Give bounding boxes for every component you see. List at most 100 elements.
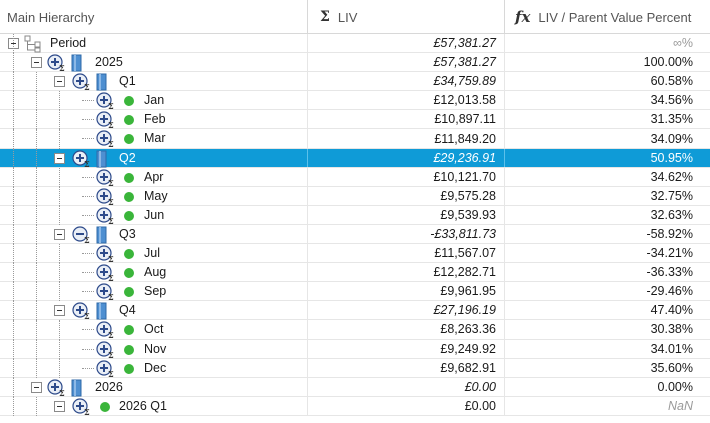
grid-row[interactable]: Σ Jun £9,539.93 32.63% [0,205,710,225]
tree-guide-line [13,205,14,225]
liv-value-cell[interactable]: £27,196.19 [308,301,505,320]
member-label[interactable]: Q4 [119,303,136,317]
grid-row[interactable]: Σ Q1 £34,759.89 60.58% [0,72,710,92]
column-header-main-hierarchy[interactable]: Main Hierarchy [0,0,308,34]
liv-value-cell[interactable]: £11,567.07 [308,244,505,263]
member-label[interactable]: Jan [144,93,164,107]
member-label[interactable]: 2025 [95,55,123,69]
parent-percent-cell[interactable]: -58.92% [505,225,705,243]
parent-percent-cell[interactable]: 32.75% [505,187,705,205]
member-label[interactable]: Jul [144,246,160,260]
grid-row[interactable]: Σ Dec £9,682.91 35.60% [0,358,710,378]
liv-value-cell[interactable]: £9,539.93 [308,205,505,224]
collapse-toggle-icon[interactable] [54,400,65,412]
parent-percent-cell[interactable]: 100.00% [505,53,705,71]
liv-value-cell[interactable]: £34,759.89 [308,72,505,91]
member-label[interactable]: Q1 [119,74,136,88]
parent-percent-cell[interactable]: 34.01% [505,340,705,358]
column-header-label: LIV / Parent Value Percent [538,9,692,25]
liv-value-cell[interactable]: £9,249.92 [308,339,505,358]
parent-percent-cell[interactable]: 34.56% [505,91,705,109]
liv-value-cell[interactable]: £12,013.58 [308,91,505,110]
member-label[interactable]: Jun [144,208,164,222]
grid-row[interactable]: Σ Jul £11,567.07 -34.21% [0,244,710,264]
liv-value-cell[interactable]: £57,381.27 [308,34,505,53]
member-label[interactable]: 2026 Q1 [119,399,167,413]
grid-row[interactable]: Σ Q3 -£33,811.73 -58.92% [0,224,710,245]
member-label[interactable]: Sep [144,284,166,298]
member-label[interactable]: Q3 [119,227,136,241]
grid-row[interactable]: Σ 2025 £57,381.27 100.00% [0,53,710,73]
liv-value-cell[interactable]: £10,121.70 [308,167,505,186]
parent-percent-cell[interactable]: 32.63% [505,206,705,224]
grid-row[interactable]: Σ 2026 Q1 £0.00 NaN [0,396,710,416]
grid-row[interactable]: Σ Sep £9,961.95 -29.46% [0,282,710,302]
column-header-liv[interactable]: Σ LIV [308,0,505,34]
liv-value-cell[interactable]: £0.00 [308,377,505,396]
parent-percent-cell[interactable]: 30.38% [505,320,705,338]
sum-icon: Σ [320,9,330,25]
parent-percent-cell[interactable]: 0.00% [505,378,705,396]
collapse-toggle-icon[interactable] [54,305,65,317]
member-label[interactable]: May [144,189,168,203]
tree-guide-line [36,301,37,321]
liv-value-cell[interactable]: £10,897.11 [308,110,505,129]
liv-value-cell[interactable]: £9,575.28 [308,186,505,205]
parent-percent-cell[interactable]: 35.60% [505,359,705,377]
leaf-member-icon [124,344,134,355]
liv-value-cell[interactable]: -£33,811.73 [308,224,505,244]
collapse-toggle-icon[interactable] [54,228,65,240]
grid-row[interactable]: Σ Q2 £29,236.91 50.95% [0,148,710,168]
dimension-folder-icon [96,226,107,244]
column-header-parent-percent[interactable]: fx LIV / Parent Value Percent [505,0,705,34]
grid-row[interactable]: Σ Q4 £27,196.19 47.40% [0,301,710,321]
collapse-toggle-icon[interactable] [54,76,65,88]
parent-percent-cell[interactable]: ∞% [505,34,705,52]
parent-percent-cell[interactable]: NaN [505,397,705,415]
parent-percent-cell[interactable]: -36.33% [505,263,705,281]
member-label[interactable]: Feb [144,112,166,126]
liv-value-cell[interactable]: £11,849.20 [308,129,505,148]
grid-row[interactable]: Period £57,381.27 ∞% [0,34,710,54]
member-label[interactable]: Apr [144,170,163,184]
member-label[interactable]: Mar [144,131,166,145]
grid-row[interactable]: Σ Nov £9,249.92 34.01% [0,339,710,359]
liv-value-cell[interactable]: £57,381.27 [308,53,505,72]
grid-row[interactable]: Σ Aug £12,282.71 -36.33% [0,263,710,283]
tree-guide-line [59,167,60,187]
tree-guide-line [36,129,37,149]
parent-percent-cell[interactable]: 31.35% [505,110,705,128]
member-label[interactable]: Nov [144,342,166,356]
grid-row[interactable]: Σ Oct £8,263.36 30.38% [0,320,710,340]
grid-row[interactable]: Σ Feb £10,897.11 31.35% [0,110,710,130]
parent-percent-cell[interactable]: 34.09% [505,129,705,147]
liv-value-cell[interactable]: £9,682.91 [308,358,505,377]
grid-row[interactable]: Σ Mar £11,849.20 34.09% [0,129,710,149]
member-label[interactable]: Oct [144,322,163,336]
aggregate-member-icon: Σ [72,149,90,168]
liv-value-cell[interactable]: £9,961.95 [308,282,505,301]
collapse-toggle-icon[interactable] [31,57,42,69]
collapse-toggle-icon[interactable] [54,152,65,164]
grid-row[interactable]: Σ Jan £12,013.58 34.56% [0,91,710,111]
parent-percent-cell[interactable]: 34.62% [505,168,705,186]
member-label[interactable]: Period [50,36,86,50]
member-label[interactable]: 2026 [95,380,123,394]
collapse-toggle-icon[interactable] [31,381,42,393]
liv-value-cell[interactable]: £8,263.36 [308,320,505,339]
parent-percent-cell[interactable]: 60.58% [505,72,705,90]
liv-value-cell[interactable]: £12,282.71 [308,263,505,282]
hierarchy-cell: Σ Aug [0,263,308,283]
grid-row[interactable]: Σ May £9,575.28 32.75% [0,186,710,206]
liv-value-cell[interactable]: £29,236.91 [308,148,505,167]
parent-percent-cell[interactable]: 47.40% [505,301,705,319]
parent-percent-cell[interactable]: -29.46% [505,282,705,300]
parent-percent-cell[interactable]: -34.21% [505,244,705,262]
parent-percent-cell[interactable]: 50.95% [505,149,705,167]
member-label[interactable]: Q2 [119,151,136,165]
member-label[interactable]: Aug [144,265,166,279]
grid-row[interactable]: Σ 2026 £0.00 0.00% [0,377,710,397]
grid-row[interactable]: Σ Apr £10,121.70 34.62% [0,167,710,187]
member-label[interactable]: Dec [144,361,166,375]
liv-value-cell[interactable]: £0.00 [308,396,505,415]
